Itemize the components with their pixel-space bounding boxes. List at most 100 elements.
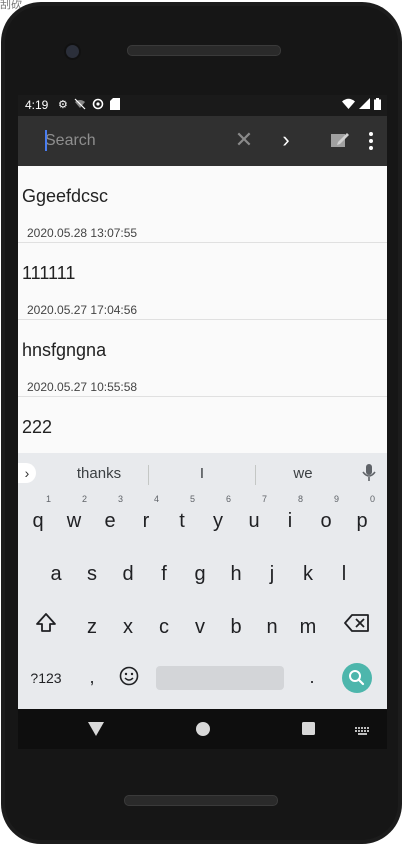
wifi-off-icon	[74, 98, 86, 113]
key-label: f	[161, 563, 167, 585]
key-f[interactable]: f	[149, 552, 179, 592]
key-hint: 7	[261, 494, 267, 504]
spacebar[interactable]	[156, 666, 284, 690]
key-label: m	[299, 616, 317, 638]
compose-icon[interactable]	[329, 129, 351, 151]
shift-key[interactable]	[32, 611, 60, 639]
back-icon[interactable]	[88, 722, 104, 741]
key-label: z	[87, 616, 97, 638]
soft-keyboard: › thanks I we q1 w2 e3 r4 t5 y6 u7 i8 o9…	[18, 453, 387, 747]
key-v[interactable]: v	[185, 605, 215, 645]
note-date: 2020.05.28 13:07:55	[27, 226, 138, 240]
key-h[interactable]: h	[221, 552, 251, 592]
search-input[interactable]	[45, 130, 225, 152]
battery-icon	[374, 98, 381, 113]
shift-icon	[36, 613, 56, 632]
backspace-icon	[344, 614, 369, 632]
chevron-right-icon[interactable]: ›	[276, 126, 296, 154]
note-title: 222	[22, 417, 53, 437]
key-label: a	[50, 563, 62, 585]
front-camera	[64, 43, 81, 60]
key-j[interactable]: j	[257, 552, 287, 592]
period-key[interactable]: .	[302, 663, 322, 691]
key-label: b	[230, 616, 242, 638]
key-s[interactable]: s	[77, 552, 107, 592]
key-label: o	[320, 510, 332, 532]
note-item[interactable]: hnsfgngna 2020.05.27 10:55:58	[18, 320, 387, 397]
key-k[interactable]: k	[293, 552, 323, 592]
key-hint: 9	[333, 494, 339, 504]
status-right-icons	[342, 98, 381, 113]
key-hint: 5	[189, 494, 195, 504]
note-title: hnsfgngna	[22, 340, 107, 360]
key-n[interactable]: n	[257, 605, 287, 645]
chevron-right-icon[interactable]: ›	[18, 463, 36, 483]
backspace-key[interactable]	[343, 613, 371, 637]
key-label: u	[248, 510, 260, 532]
status-bar: 4:19 ⚙	[18, 95, 387, 116]
key-b[interactable]: b	[221, 605, 251, 645]
key-u[interactable]: u7	[239, 494, 269, 539]
sd-card-icon	[109, 98, 120, 113]
key-label: h	[230, 563, 242, 585]
key-label: x	[123, 616, 133, 638]
search-action-key[interactable]	[342, 663, 372, 693]
key-label: e	[104, 510, 116, 532]
key-z[interactable]: z	[77, 605, 107, 645]
key-label: t	[179, 510, 185, 532]
key-label: q	[32, 510, 44, 532]
status-time: 4:19	[25, 98, 49, 112]
suggestion-word[interactable]: thanks	[49, 465, 149, 482]
notes-list: Ggeefdcsc 2020.05.28 13:07:55 111111 202…	[18, 166, 387, 474]
key-y[interactable]: y6	[203, 494, 233, 539]
app-toolbar: ✕ ›	[18, 116, 387, 166]
key-o[interactable]: o9	[311, 494, 341, 539]
microphone-icon[interactable]	[361, 463, 377, 483]
home-icon[interactable]	[196, 722, 210, 741]
comma-key[interactable]: ,	[82, 663, 102, 691]
close-icon[interactable]: ✕	[234, 128, 254, 152]
keyboard-icon[interactable]	[355, 724, 371, 742]
key-label: l	[341, 563, 347, 585]
key-m[interactable]: m	[293, 605, 323, 645]
key-label: d	[122, 563, 134, 585]
key-label: k	[303, 563, 313, 585]
key-e[interactable]: e3	[95, 494, 125, 539]
emoji-key[interactable]	[117, 665, 141, 689]
key-d[interactable]: d	[113, 552, 143, 592]
note-item[interactable]: Ggeefdcsc 2020.05.28 13:07:55	[18, 166, 387, 243]
key-i[interactable]: i8	[275, 494, 305, 539]
key-t[interactable]: t5	[167, 494, 197, 539]
key-label: n	[266, 616, 278, 638]
key-hint: 6	[225, 494, 231, 504]
status-left-icons: ⚙	[58, 98, 120, 113]
note-title: 111111	[22, 263, 76, 283]
key-hint: 0	[369, 494, 375, 504]
key-g[interactable]: g	[185, 552, 215, 592]
more-vert-icon[interactable]	[366, 128, 376, 154]
key-w[interactable]: w2	[59, 494, 89, 539]
note-item[interactable]: 111111 2020.05.27 17:04:56	[18, 243, 387, 320]
suggestion-word[interactable]: I	[152, 465, 252, 482]
suggestion-word[interactable]: we	[253, 465, 353, 482]
key-l[interactable]: l	[329, 552, 359, 592]
key-x[interactable]: x	[113, 605, 143, 645]
note-date: 2020.05.27 10:55:58	[27, 380, 138, 394]
symbols-key[interactable]: ?123	[24, 666, 68, 690]
gear-icon: ⚙	[58, 99, 68, 111]
key-label: i	[287, 510, 293, 532]
earpiece-speaker	[127, 45, 281, 56]
key-q[interactable]: q1	[23, 494, 53, 539]
key-hint: 2	[81, 494, 87, 504]
key-label: s	[87, 563, 97, 585]
key-r[interactable]: r4	[131, 494, 161, 539]
key-hint: 1	[45, 494, 51, 504]
note-title: Ggeefdcsc	[22, 186, 109, 206]
key-c[interactable]: c	[149, 605, 179, 645]
signal-icon	[359, 98, 370, 113]
sync-icon	[92, 98, 104, 113]
search-icon	[349, 670, 365, 686]
recents-icon[interactable]	[302, 722, 315, 740]
key-a[interactable]: a	[41, 552, 71, 592]
key-p[interactable]: p0	[347, 494, 377, 539]
